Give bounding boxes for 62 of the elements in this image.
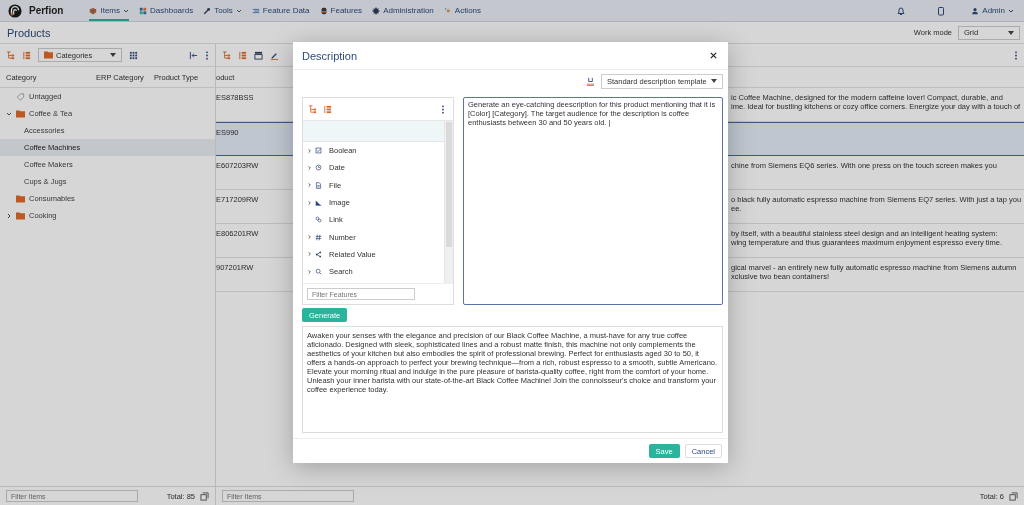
caret-icon [1008,8,1014,13]
clipboard-icon[interactable] [936,5,947,16]
bell-icon[interactable] [896,5,907,16]
nav-menu-item[interactable]: Items [89,0,129,21]
logo-icon [8,3,22,18]
tree-expand-icon[interactable] [222,50,231,60]
nav-menu-item[interactable]: Feature Data [251,0,310,21]
tree-collapse-icon[interactable] [22,50,31,60]
nav-menu-item[interactable]: Administration [372,0,434,21]
collapse-panel-icon[interactable] [189,50,198,60]
page-title: Products [7,26,51,39]
search-type-icon [315,268,322,276]
database-icon [319,6,328,15]
caret-icon [110,53,116,57]
layout-icon[interactable] [254,50,263,60]
chevron-icon[interactable] [307,234,312,241]
nav-menu-item[interactable]: Dashboards [139,0,194,21]
tree-expand-icon[interactable] [6,50,15,60]
more-options-icon[interactable] [1014,50,1018,60]
lines-icon [251,6,260,15]
chevron-icon[interactable] [307,199,312,206]
nav-menu-item[interactable]: Tools [203,0,242,21]
gear-icon [372,6,381,15]
folder-icon [44,51,53,59]
cube-icon [89,6,98,15]
chevron-icon[interactable] [6,212,12,219]
columns-grid-icon[interactable] [129,50,138,60]
chevron-icon[interactable] [307,147,312,154]
chevron-icon[interactable] [307,164,312,171]
app-name: Perfion [29,5,64,16]
boolean-type-icon [315,147,322,155]
more-options-icon[interactable] [205,50,209,60]
tag-icon [16,92,25,101]
chevron-icon[interactable] [6,110,12,117]
link-type-icon [315,216,322,224]
folder-icon [16,109,25,118]
date-type-icon [315,164,322,172]
nav-menu-item[interactable]: Features [319,0,363,21]
number-type-icon [315,233,322,241]
chevron-icon[interactable] [307,268,312,275]
lightning-icon [443,6,452,15]
tree-collapse-icon[interactable] [238,50,247,60]
image-type-icon [315,199,322,207]
close-icon[interactable] [709,51,718,60]
export-icon[interactable] [1009,491,1018,501]
nav-menu-item[interactable]: Actions [443,0,482,21]
chevron-icon[interactable] [307,251,312,258]
tree-collapse-icon[interactable] [323,104,332,114]
export-icon[interactable] [200,491,209,501]
user-icon [971,6,980,15]
caret-icon [1008,30,1014,35]
file-type-icon [315,181,322,189]
dialog-title: Description [302,49,358,62]
user-menu[interactable]: Admin [971,6,1014,15]
template-icon[interactable] [586,76,595,86]
wrench-icon [203,6,212,15]
tiles-icon [139,6,147,15]
tree-expand-icon[interactable] [308,104,317,114]
related-type-icon [315,250,322,258]
more-options-icon[interactable] [441,104,445,114]
chevron-icon[interactable] [307,182,312,189]
caret-icon [711,79,717,83]
